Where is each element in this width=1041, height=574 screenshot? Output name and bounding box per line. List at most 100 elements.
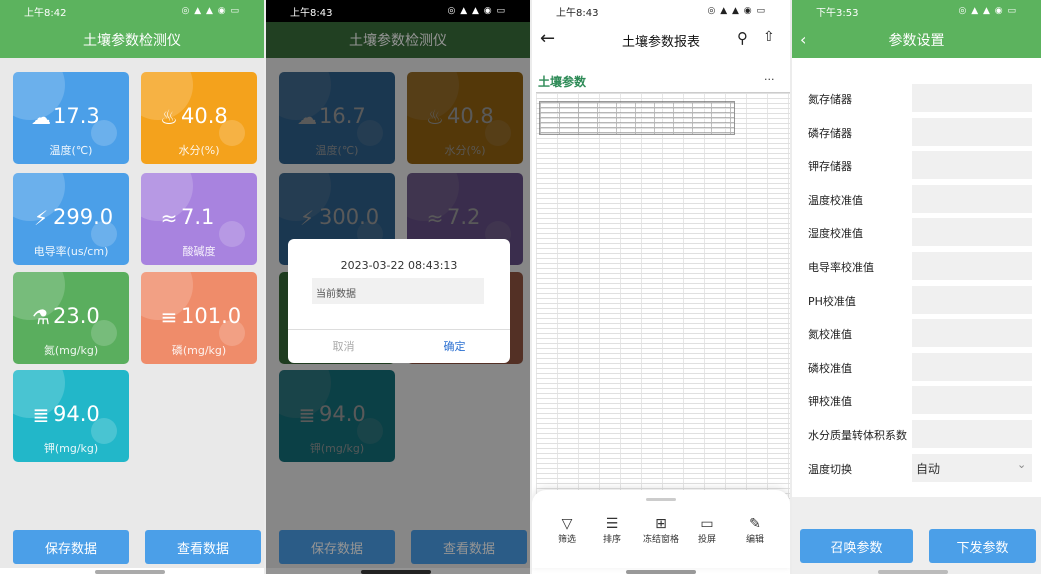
status-icons: ◎ ▲ ▲ ◉ ▭: [707, 6, 766, 16]
tile-value: 23.0: [53, 304, 100, 328]
sheet-title: 土壤参数: [538, 75, 587, 89]
setting-row: 氮校准值: [792, 318, 1041, 348]
panel-main-screen: 上午8:42 ◎ ▲ ▲ ◉ ▭ 土壤参数检测仪 ☁ 17.3 温度(℃) ♨ 40.8…: [0, 0, 264, 574]
tile-label: 磷(mg/kg): [171, 344, 227, 357]
sensor-tile-moisture: ♨ 40.8 水分(%): [141, 72, 257, 164]
setting-input[interactable]: [912, 151, 1032, 180]
send-params-button[interactable]: 下发参数: [929, 529, 1036, 563]
tile-label: 温度(℃): [49, 144, 93, 157]
nitrogen-icon: ⚗: [32, 305, 50, 329]
setting-input[interactable]: [912, 386, 1032, 415]
status-time: 上午8:43: [556, 7, 599, 19]
toolbar-freeze-label: 冻结窗格: [642, 535, 679, 545]
save-data-button[interactable]: 保存数据: [13, 530, 129, 564]
sensor-tile-temperature: ☁ 17.3 温度(℃): [13, 72, 129, 164]
toolbar-cast[interactable]: ▭ 投屏: [692, 516, 722, 545]
dialog-confirm-button[interactable]: 确定: [399, 331, 510, 363]
nav-handle: [361, 570, 431, 574]
setting-row: 湿度校准值: [792, 217, 1041, 247]
status-time: 下午3:53: [816, 7, 859, 19]
setting-input[interactable]: [912, 184, 1032, 213]
temperature-icon: ☁: [31, 105, 51, 129]
toolbar-freeze[interactable]: ⊞ 冻结窗格: [636, 516, 686, 545]
setting-input[interactable]: 自动: [912, 453, 1032, 482]
bottom-toolbar: ▽ 筛选 ☰ 排序 ⊞ 冻结窗格 ▭ 投屏 ✎ 编辑: [532, 490, 790, 568]
toolbar-filter[interactable]: ▽ 筛选: [552, 516, 582, 545]
sensor-tile-conductivity: ⚡ 299.0 电导率(us/cm): [13, 173, 129, 265]
setting-input[interactable]: [912, 84, 1032, 112]
setting-label: 水分质量转体积系数: [808, 429, 907, 442]
tile-value: 17.3: [53, 104, 100, 128]
toolbar-handle: [646, 498, 676, 501]
share-icon[interactable]: ⇧: [763, 29, 775, 45]
phosphorus-icon: ≡: [160, 305, 178, 329]
nav-handle: [95, 570, 165, 574]
setting-row: 电导率校准值: [792, 251, 1041, 281]
setting-input[interactable]: [912, 252, 1032, 280]
search-icon[interactable]: ⚲: [737, 29, 748, 47]
cast-icon: ▭: [700, 516, 714, 532]
dialog-field[interactable]: 当前数据: [312, 278, 484, 304]
tile-value: 94.0: [53, 402, 100, 426]
status-time: 上午8:43: [290, 7, 333, 19]
status-bar: 上午8:42 ◎ ▲ ▲ ◉ ▭: [0, 0, 264, 22]
status-icons: ◎ ▲ ▲ ◉ ▭: [958, 6, 1017, 16]
setting-label: 钾校准值: [808, 395, 852, 409]
data-table: [539, 101, 735, 135]
setting-row: 温度切换 自动: [792, 453, 1041, 483]
tile-value: 101.0: [181, 304, 242, 328]
sensor-tile-potassium: ≣ 94.0 钾(mg/kg): [13, 370, 129, 462]
conductivity-icon: ⚡: [33, 206, 49, 230]
more-menu-icon[interactable]: ···: [764, 73, 775, 86]
setting-label: 温度校准值: [808, 193, 863, 207]
toolbar-sort[interactable]: ☰ 排序: [597, 516, 627, 545]
toolbar-edit[interactable]: ✎ 编辑: [740, 516, 770, 545]
ph-icon: ≈: [160, 206, 178, 230]
edit-icon: ✎: [749, 516, 761, 532]
moisture-icon: ♨: [160, 105, 178, 129]
toolbar-cast-label: 投屏: [697, 535, 716, 545]
recall-params-button[interactable]: 召唤参数: [800, 529, 913, 563]
tile-value: 7.1: [181, 205, 215, 229]
setting-input[interactable]: [912, 420, 1032, 448]
sensor-tile-phosphorus: ≡ 101.0 磷(mg/kg): [141, 272, 257, 364]
nav-handle: [626, 570, 696, 574]
setting-input[interactable]: [912, 352, 1032, 381]
page-title: 土壤参数检测仪: [0, 22, 264, 58]
panel-save-dialog: 上午8:43 ◎ ▲ ▲ ◉ ▭ 土壤参数检测仪 ☁ 16.7 温度(℃) ♨ 40.8…: [266, 0, 530, 574]
setting-row: 钾存储器: [792, 150, 1041, 180]
nav-handle: [878, 570, 948, 574]
tile-label: 酸碱度: [182, 245, 216, 258]
dialog-field-text: 当前数据: [316, 289, 356, 300]
dialog-divider: [288, 329, 510, 330]
toolbar-edit-label: 编辑: [745, 535, 764, 545]
setting-label: 磷存储器: [808, 126, 852, 140]
potassium-icon: ≣: [32, 403, 50, 427]
status-icons: ◎ ▲ ▲ ◉ ▭: [447, 6, 506, 16]
sensor-tile-nitrogen: ⚗ 23.0 氮(mg/kg): [13, 272, 129, 364]
tile-label: 氮(mg/kg): [43, 344, 99, 357]
panel-settings: 下午3:53 ◎ ▲ ▲ ◉ ▭ 参数设置 ‹ 氮存储器 磷存储器 钾存储器 温度校准…: [792, 0, 1041, 574]
setting-label: 氮校准值: [808, 328, 852, 342]
view-data-button[interactable]: 查看数据: [145, 530, 261, 564]
tile-value: 40.8: [181, 104, 228, 128]
setting-row: 磷校准值: [792, 352, 1041, 382]
setting-row: 水分质量转体积系数: [792, 419, 1041, 449]
tile-label: 水分(%): [178, 144, 220, 157]
setting-input[interactable]: [912, 117, 1032, 146]
setting-input[interactable]: [912, 285, 1032, 314]
setting-input[interactable]: [912, 319, 1032, 348]
setting-label: 钾存储器: [808, 160, 852, 174]
status-bar: 下午3:53 ◎ ▲ ▲ ◉ ▭: [792, 0, 1041, 22]
dialog-cancel-button[interactable]: 取消: [288, 331, 399, 363]
panel-report: 上午8:43 ◎ ▲ ▲ ◉ ▭ ← 土壤参数报表 ⚲ ⇧ 土壤参数 ··· ▽…: [532, 0, 790, 574]
setting-row: 磷存储器: [792, 117, 1041, 147]
setting-label: 磷校准值: [808, 361, 852, 375]
back-chevron-icon[interactable]: ‹: [800, 30, 806, 49]
sort-icon: ☰: [605, 516, 619, 532]
setting-label: 湿度校准值: [808, 227, 863, 241]
setting-row: 氮存储器: [792, 83, 1041, 113]
setting-label: PH校准值: [808, 294, 856, 308]
setting-input[interactable]: [912, 218, 1032, 247]
setting-label: 电导率校准值: [808, 261, 874, 274]
